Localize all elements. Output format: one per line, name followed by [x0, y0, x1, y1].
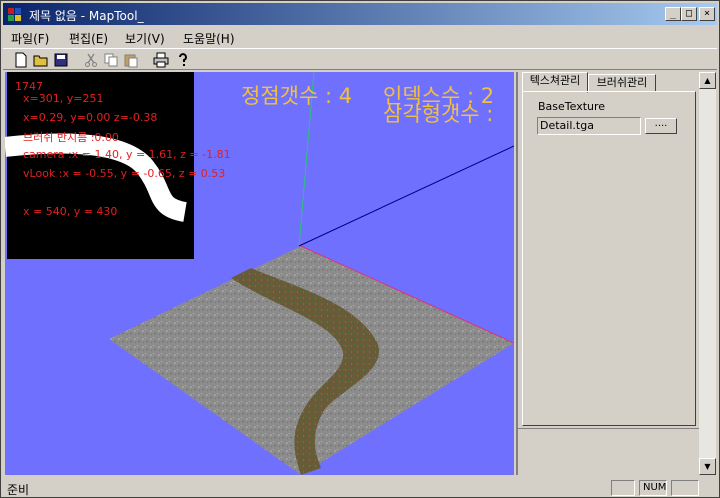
toolbar — [3, 48, 717, 70]
window-title: 제목 없음 - MapTool_ — [29, 9, 144, 23]
status-text: 준비 — [7, 483, 30, 497]
status-panel-caps — [611, 480, 635, 496]
save-icon[interactable] — [53, 52, 69, 68]
vertex-count: 정점갯수 : 4 — [241, 84, 353, 108]
vertical-scrollbar[interactable]: ▲ ▼ — [699, 72, 716, 475]
browse-texture-button[interactable]: .... — [645, 118, 677, 134]
tool-panel: 텍스쳐관리 브러쉬관리 BaseTexture Detail.tga .... — [516, 72, 699, 475]
texture-tab-panel: BaseTexture Detail.tga .... — [522, 91, 696, 426]
menu-edit[interactable]: 편집(E) — [69, 30, 108, 47]
paste-icon[interactable] — [123, 52, 139, 68]
close-button[interactable]: × — [699, 7, 715, 21]
app-icon — [8, 8, 21, 21]
copy-icon[interactable] — [103, 52, 119, 68]
new-file-icon[interactable] — [13, 52, 29, 68]
cut-icon[interactable] — [83, 52, 99, 68]
print-icon[interactable] — [153, 52, 169, 68]
main-window: 제목 없음 - MapTool_ _ □ × 파일(F) 편집(E) 보기(V)… — [0, 0, 720, 498]
status-panel-scroll — [671, 480, 699, 496]
status-bar: 준비 NUM — [3, 478, 717, 497]
status-panel-num: NUM — [639, 480, 667, 496]
menu-file[interactable]: 파일(F) — [11, 30, 49, 47]
scroll-up-button[interactable]: ▲ — [699, 72, 716, 89]
tab-texture[interactable]: 텍스쳐관리 — [522, 72, 588, 93]
panel-divider — [518, 428, 699, 429]
debug-line-4: 브러쉬 반지름 :0.00 — [23, 131, 119, 144]
title-bar[interactable]: 제목 없음 - MapTool_ _ □ × — [3, 3, 717, 25]
debug-line-6: vLook :x = -0.55, y = -0.65, z = 0.53 — [23, 167, 226, 180]
debug-line-5: camera :x = 1.40, y = 1.61, z = -1.81 — [23, 148, 231, 161]
maximize-button[interactable]: □ — [681, 7, 697, 21]
tab-brush[interactable]: 브러쉬관리 — [588, 74, 656, 92]
scroll-down-button[interactable]: ▼ — [699, 458, 716, 475]
debug-line-2: x=301, y=251 — [23, 92, 104, 105]
debug-line-7: x = 540, y = 430 — [23, 205, 118, 218]
triangle-count: 삼각형갯수 : — [383, 102, 501, 126]
3d-viewport[interactable]: 1747 x=301, y=251 x=0.29, y=0.00 z=-0.38… — [5, 72, 514, 475]
help-icon[interactable] — [175, 52, 191, 68]
base-texture-field[interactable]: Detail.tga — [537, 117, 641, 135]
x-axis-line — [298, 145, 514, 247]
minimize-button[interactable]: _ — [665, 7, 681, 21]
base-texture-label: BaseTexture — [538, 100, 606, 113]
menu-view[interactable]: 보기(V) — [125, 30, 165, 47]
open-folder-icon[interactable] — [33, 52, 49, 68]
debug-line-3: x=0.29, y=0.00 z=-0.38 — [23, 111, 158, 124]
menu-help[interactable]: 도움말(H) — [183, 30, 235, 47]
menu-bar: 파일(F) 편집(E) 보기(V) 도움말(H) — [3, 27, 717, 47]
